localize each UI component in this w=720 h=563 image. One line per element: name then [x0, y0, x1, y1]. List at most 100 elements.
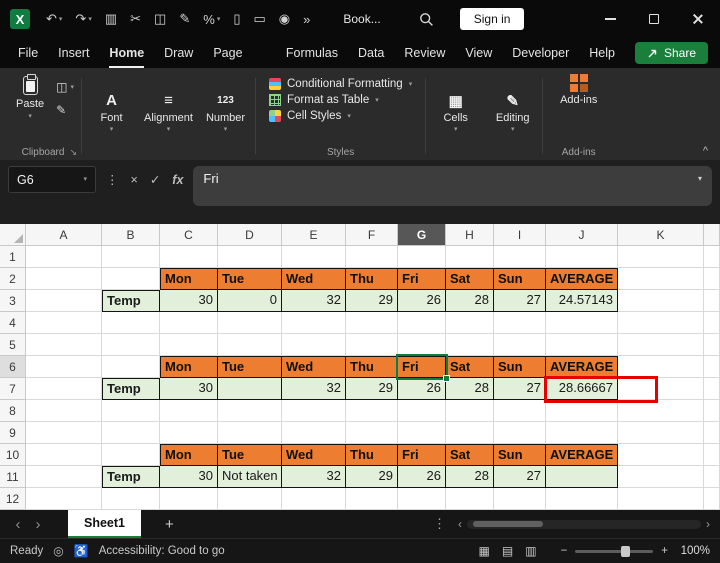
cell-H12[interactable]	[446, 488, 494, 510]
cell-H5[interactable]	[446, 334, 494, 356]
cell-D12[interactable]	[218, 488, 282, 510]
scroll-left-icon[interactable]: ‹	[458, 517, 462, 531]
cut-icon[interactable]: ✂	[127, 9, 144, 29]
maximize-icon[interactable]	[632, 0, 676, 38]
column-header-G[interactable]: G	[398, 224, 446, 246]
cell-E1[interactable]	[282, 246, 346, 268]
cell-G2[interactable]: Fri	[398, 268, 446, 290]
cell-C5[interactable]	[160, 334, 218, 356]
cell-I9[interactable]	[494, 422, 546, 444]
cell-B2[interactable]	[102, 268, 160, 290]
cell-C11[interactable]: 30	[160, 466, 218, 488]
cell-B11[interactable]: Temp	[102, 466, 160, 488]
group-font[interactable]: A Font ▾	[83, 72, 140, 160]
cell-G9[interactable]	[398, 422, 446, 444]
tab-file[interactable]: File	[18, 38, 38, 68]
cell-C6[interactable]: Mon	[160, 356, 218, 378]
cell-D11[interactable]: Not taken	[218, 466, 282, 488]
more-commands-icon[interactable]: »	[300, 10, 313, 29]
cell-H9[interactable]	[446, 422, 494, 444]
cell-C10[interactable]: Mon	[160, 444, 218, 466]
cell-E12[interactable]	[282, 488, 346, 510]
print-icon[interactable]: ▭	[250, 9, 268, 29]
sheet-tab-sheet1[interactable]: Sheet1	[68, 510, 141, 538]
row-header-7[interactable]: 7	[0, 378, 26, 400]
cell-K2[interactable]	[618, 268, 704, 290]
cell-C9[interactable]	[160, 422, 218, 444]
cell-I10[interactable]: Sun	[494, 444, 546, 466]
cell-A12[interactable]	[26, 488, 102, 510]
cell-J3[interactable]: 24.57143	[546, 290, 618, 312]
row-header-4[interactable]: 4	[0, 312, 26, 334]
cell-G4[interactable]	[398, 312, 446, 334]
cell-E7[interactable]: 32	[282, 378, 346, 400]
cell-F2[interactable]: Thu	[346, 268, 398, 290]
undo-icon[interactable]: ↶ ▾	[43, 9, 65, 29]
name-box-splitter-icon[interactable]: ⋮	[106, 172, 119, 187]
cell-B5[interactable]	[102, 334, 160, 356]
cell-D5[interactable]	[218, 334, 282, 356]
redo-icon[interactable]: ↷ ▾	[72, 9, 94, 29]
cell-C7[interactable]: 30	[160, 378, 218, 400]
cell-F1[interactable]	[346, 246, 398, 268]
cell-F3[interactable]: 29	[346, 290, 398, 312]
row-header-9[interactable]: 9	[0, 422, 26, 444]
cell-I12[interactable]	[494, 488, 546, 510]
cell-D7[interactable]	[218, 378, 282, 400]
formula-input[interactable]: Fri ▾	[193, 166, 712, 206]
tab-draw[interactable]: Draw	[164, 38, 193, 68]
previous-sheet-icon[interactable]: ‹	[10, 516, 26, 533]
cell-C8[interactable]	[160, 400, 218, 422]
zoom-level[interactable]: 100%	[676, 545, 710, 557]
enter-icon[interactable]: ✓	[150, 172, 160, 187]
cell-C3[interactable]: 30	[160, 290, 218, 312]
cell-J4[interactable]	[546, 312, 618, 334]
cell-D3[interactable]: 0	[218, 290, 282, 312]
row-header-8[interactable]: 8	[0, 400, 26, 422]
cell-J5[interactable]	[546, 334, 618, 356]
cell-E10[interactable]: Wed	[282, 444, 346, 466]
conditional-formatting-button[interactable]: Conditional Formatting ▾	[269, 78, 412, 90]
group-alignment[interactable]: ≡ Alignment ▾	[140, 72, 197, 160]
expand-formula-bar-icon[interactable]: ▾	[698, 175, 702, 183]
row-header-11[interactable]: 11	[0, 466, 26, 488]
cell-B6[interactable]	[102, 356, 160, 378]
row-header-12[interactable]: 12	[0, 488, 26, 510]
tab-review[interactable]: Review	[404, 38, 445, 68]
zoom-in-icon[interactable]: +	[661, 545, 668, 557]
next-sheet-icon[interactable]: ›	[30, 516, 46, 533]
cell-B10[interactable]	[102, 444, 160, 466]
cell-H4[interactable]	[446, 312, 494, 334]
cell-G1[interactable]	[398, 246, 446, 268]
cell-K6[interactable]	[618, 356, 704, 378]
cell-E9[interactable]	[282, 422, 346, 444]
scroll-right-icon[interactable]: ›	[706, 517, 710, 531]
column-header-D[interactable]: D	[218, 224, 282, 246]
cell-D6[interactable]: Tue	[218, 356, 282, 378]
cell-K4[interactable]	[618, 312, 704, 334]
tab-page-layout[interactable]: Page Layout	[213, 38, 266, 90]
cell-C1[interactable]	[160, 246, 218, 268]
page-layout-view-icon[interactable]: ▤	[502, 544, 513, 558]
group-editing[interactable]: ✎ Editing ▾	[484, 72, 541, 160]
paste-button[interactable]: Paste ▾	[12, 74, 48, 122]
new-sheet-icon[interactable]: +	[165, 516, 174, 533]
cell-D4[interactable]	[218, 312, 282, 334]
save-icon[interactable]: ▥	[102, 9, 120, 29]
sign-in-button[interactable]: Sign in	[459, 8, 525, 30]
row-header-10[interactable]: 10	[0, 444, 26, 466]
cell-K12[interactable]	[618, 488, 704, 510]
cell-E3[interactable]: 32	[282, 290, 346, 312]
cell-H6[interactable]: Sat	[446, 356, 494, 378]
format-painter-icon[interactable]: ✎	[176, 9, 193, 29]
cell-E6[interactable]: Wed	[282, 356, 346, 378]
row-header-1[interactable]: 1	[0, 246, 26, 268]
cell-G6[interactable]: Fri	[398, 356, 446, 378]
cell-J1[interactable]	[546, 246, 618, 268]
cell-C2[interactable]: Mon	[160, 268, 218, 290]
cell-A3[interactable]	[26, 290, 102, 312]
cell-styles-button[interactable]: Cell Styles ▾	[269, 110, 412, 122]
cell-J10[interactable]: AVERAGE	[546, 444, 618, 466]
cell-I8[interactable]	[494, 400, 546, 422]
cell-F4[interactable]	[346, 312, 398, 334]
